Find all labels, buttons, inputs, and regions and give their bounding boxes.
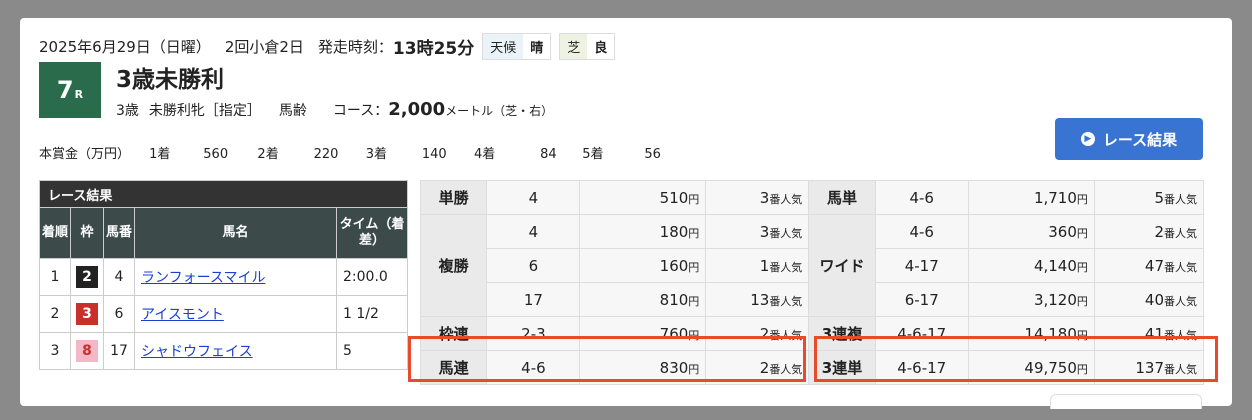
wide-amount: 4,140	[1033, 256, 1077, 275]
umatan-pop: 5	[1154, 188, 1164, 207]
prize-place-1: 1着	[149, 147, 171, 162]
wide-combo: 4-6	[874, 214, 969, 249]
waku-badge: 8	[76, 340, 98, 362]
col-horse-name: 馬名	[134, 207, 337, 259]
wide-pop: 2	[1154, 222, 1164, 241]
finish-time: 5	[336, 332, 408, 370]
umaban: 4	[103, 258, 135, 296]
race-number-suffix: R	[74, 87, 84, 101]
race-date: 2025年6月29日（日曜）	[39, 38, 211, 56]
tansho-pop: 3	[759, 188, 770, 207]
results-table: レース結果 着順 枠 馬番 馬名 タイム（着差） 1 2 4 ランフォースマイル…	[39, 180, 408, 370]
prize-place-3: 3着	[365, 147, 387, 162]
fukusho-amount: 160	[659, 256, 689, 275]
race-distance: 2,000	[388, 99, 446, 120]
wide-pop: 47	[1144, 256, 1164, 275]
wide-amount: 360	[1048, 222, 1077, 241]
race-distance-unit: メートル（芝・右）	[445, 104, 554, 118]
fukusho-pop: 1	[759, 256, 770, 275]
fukusho-label: 複勝	[419, 214, 488, 317]
start-time: 13時25分	[392, 39, 475, 59]
track-box: 芝 良	[559, 33, 616, 60]
highlight-umaren	[408, 336, 806, 382]
prize-amount-3: 140	[421, 147, 447, 162]
fukusho-pop: 13	[750, 290, 770, 309]
weather-label: 天候	[483, 34, 524, 59]
prize-label: 本賞金（万円）	[39, 147, 131, 162]
race-card: 2025年6月29日（日曜） 2回小倉2日 発走時刻： 13時25分 天候 晴 …	[20, 18, 1232, 409]
payout-row: 複勝 4 180円 3番人気 ワイド 4-6 360円 2番人気	[419, 214, 1205, 317]
umaban: 17	[103, 332, 135, 370]
umatan-combo: 4-6	[874, 180, 969, 215]
umaban: 6	[103, 295, 135, 333]
wide-combo: 6-17	[874, 282, 969, 317]
prize-amount-5: 56	[644, 147, 661, 162]
horse-name-link[interactable]: シャドウフェイス	[141, 344, 253, 360]
prize-money: 本賞金（万円） 1着 560 2着 220 3着 140 4着 84 5着 56	[39, 143, 674, 162]
wide-label: ワイド	[808, 214, 876, 317]
umatan-label: 馬単	[808, 180, 876, 215]
wide-combo: 4-17	[874, 248, 969, 283]
rank: 1	[39, 258, 71, 296]
horse-name-link[interactable]: ランフォースマイル	[141, 270, 265, 286]
race-conditions: 3歳 未勝利牝［指定］ 馬齢 コース： 2,000 メートル（芝・右）	[116, 99, 553, 120]
race-result-button[interactable]: ▶ レース結果	[1055, 118, 1203, 160]
race-name: 3歳未勝利	[116, 67, 225, 93]
tansho-amount: 510	[659, 188, 689, 207]
race-header: 2025年6月29日（日曜） 2回小倉2日 発走時刻： 13時25分 天候 晴 …	[39, 33, 616, 60]
fukusho-pop: 3	[759, 222, 770, 241]
col-waku: 枠	[70, 207, 104, 259]
scroll-top-tab[interactable]	[1050, 394, 1202, 409]
highlight-sanrentan	[814, 336, 1218, 382]
table-row: 1 2 4 ランフォースマイル 2:00.0	[39, 258, 408, 296]
fukusho-amount: 810	[659, 290, 689, 309]
col-time: タイム（着差）	[336, 207, 408, 259]
race-number-badge: 7R	[39, 62, 101, 118]
wide-pop: 40	[1144, 290, 1164, 309]
prize-place-5: 5着	[582, 147, 604, 162]
prize-amount-4: 84	[540, 147, 557, 162]
track-label: 芝	[560, 34, 588, 59]
rank: 2	[39, 295, 71, 333]
race-class: 未勝利牝［指定］	[148, 103, 261, 119]
fukusho-combo: 6	[486, 248, 581, 283]
wide-amount: 3,120	[1033, 290, 1077, 309]
course-label: コース：	[332, 103, 389, 119]
fukusho-combo: 4	[486, 214, 581, 249]
payout-row: 単勝 4 510円 3番人気 馬単 4-6 1,710円 5番人気	[419, 180, 1205, 215]
tansho-combo: 4	[486, 180, 581, 215]
race-result-button-label: レース結果	[1102, 130, 1178, 149]
track-value: 良	[587, 34, 615, 59]
table-row: 3 8 17 シャドウフェイス 5	[39, 332, 408, 370]
prize-amount-1: 560	[203, 147, 229, 162]
chevron-right-icon: ▶	[1080, 132, 1095, 146]
race-weight: 馬齢	[278, 103, 307, 119]
umatan-amount: 1,710	[1033, 188, 1077, 207]
finish-time: 2:00.0	[336, 258, 408, 296]
fukusho-combo: 17	[486, 282, 581, 317]
tansho-label: 単勝	[419, 180, 488, 215]
weather-value: 晴	[523, 34, 551, 59]
prize-place-2: 2着	[257, 147, 279, 162]
waku-badge: 2	[76, 266, 98, 288]
table-row: 2 3 6 アイスモント 1 1/2	[39, 295, 408, 333]
race-meeting: 2回小倉2日	[224, 38, 304, 56]
race-age: 3歳	[116, 103, 139, 119]
weather-box: 天候 晴	[482, 33, 552, 60]
prize-place-4: 4着	[473, 147, 496, 162]
start-label: 発走時刻：	[317, 38, 393, 56]
col-rank: 着順	[39, 207, 71, 259]
prize-amount-2: 220	[313, 147, 339, 162]
race-number: 7	[56, 76, 74, 104]
fukusho-amount: 180	[659, 222, 689, 241]
rank: 3	[39, 332, 71, 370]
finish-time: 1 1/2	[336, 295, 408, 333]
waku-badge: 3	[76, 303, 98, 325]
col-umaban: 馬番	[103, 207, 135, 259]
horse-name-link[interactable]: アイスモント	[141, 307, 224, 323]
results-title: レース結果	[39, 180, 408, 208]
